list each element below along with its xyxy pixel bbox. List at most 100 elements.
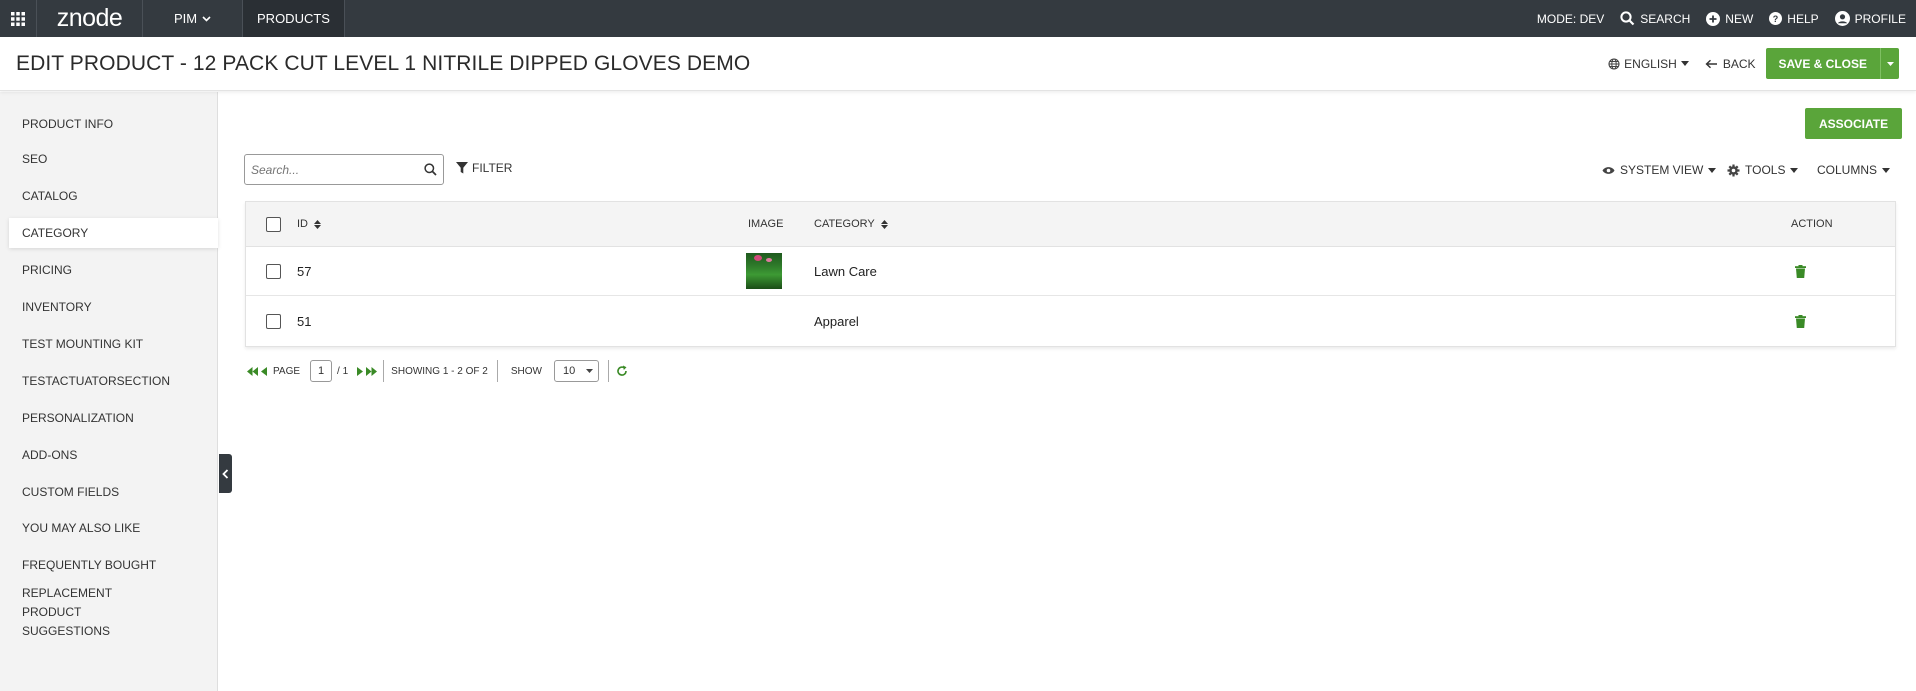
back-button[interactable]: BACK [1705,57,1756,71]
associate-button[interactable]: ASSOCIATE [1805,108,1903,139]
apps-grid-icon[interactable] [0,0,37,37]
top-navbar: znode PIM PRODUCTS MODE: DEV SEARCH NEW … [0,0,1916,37]
question-circle-icon: ? [1769,12,1783,25]
sidebar-item-personalization[interactable]: PERSONALIZATION [0,403,218,433]
next-page-icon[interactable] [357,366,364,376]
row-id: 57 [297,263,312,279]
pager-divider [607,360,609,382]
page-number-input[interactable]: 1 [310,360,333,382]
plus-circle-icon [1706,11,1721,26]
tools-label: TOOLS [1745,163,1786,177]
sidebar-item-product-info[interactable]: PRODUCT INFO [0,109,218,139]
search-icon [1620,11,1635,26]
category-thumbnail-image [746,253,782,289]
sidebar-item-add-ons[interactable]: ADD-ONS [0,440,218,470]
sidebar-item-testactuatorsection[interactable]: TESTACTUATORSECTION [0,366,218,396]
filter-button[interactable]: FILTER [456,161,512,175]
show-label: SHOW [510,365,542,377]
page-total: / 1 [337,365,349,377]
filter-label: FILTER [472,161,513,175]
sidebar-item-custom-fields[interactable]: CUSTOM FIELDS [0,477,218,507]
user-circle-icon [1834,11,1850,26]
category-column-header[interactable]: CATEGORY [814,202,888,246]
sidebar-item-category[interactable]: CATEGORY [9,218,218,248]
caret-down-icon [1886,61,1894,66]
page-size-value: 10 [562,365,576,377]
row-category: Lawn Care [814,263,877,279]
sort-icon [880,219,888,229]
search-nav-button[interactable]: SEARCH [1620,11,1690,26]
search-icon[interactable] [417,155,443,184]
showing-count: SHOWING 1 - 2 OF 2 [391,365,488,377]
columns-dropdown[interactable]: COLUMNS [1817,163,1891,177]
eye-icon [1602,166,1615,174]
save-options-dropdown[interactable] [1880,48,1899,79]
sidebar-item-seo[interactable]: SEO [0,144,218,174]
back-label: BACK [1722,56,1756,71]
id-column-header[interactable]: ID [297,202,321,246]
help-button[interactable]: ? HELP [1769,12,1819,26]
pager-divider [383,360,385,382]
row-category: Apparel [814,313,859,329]
sidebar-item-frequently-bought[interactable]: FREQUENTLY BOUGHT [0,550,218,580]
table-row: 51 Apparel [246,296,1895,346]
znode-logo[interactable]: znode [37,0,143,37]
tools-dropdown[interactable]: TOOLS [1727,163,1799,177]
category-grid: ID IMAGE CATEGORY ACTION 57 Lawn Care 51… [245,201,1896,347]
system-view-dropdown[interactable]: SYSTEM VIEW [1602,163,1717,177]
profile-button[interactable]: PROFILE [1834,11,1906,26]
select-all-checkbox[interactable] [266,216,281,232]
previous-page-icon[interactable] [261,366,267,376]
page-label: PAGE [273,365,301,377]
profile-label: PROFILE [1854,11,1906,26]
last-page-icon[interactable] [366,366,378,376]
mode-label: MODE: DEV [1536,11,1605,26]
pagination-bar: PAGE 1 / 1 SHOWING 1 - 2 OF 2 SHOW 10 [247,359,628,383]
svg-text:?: ? [1773,14,1779,24]
language-label: ENGLISH [1624,56,1677,71]
system-view-label: SYSTEM VIEW [1620,163,1704,177]
sidebar-collapse-toggle[interactable] [219,454,232,493]
category-header-label: CATEGORY [814,218,875,230]
search-nav-label: SEARCH [1640,11,1691,26]
delete-icon[interactable] [1795,247,1806,295]
save-close-button[interactable]: SAVE & CLOSE [1765,48,1880,79]
table-header-row: ID IMAGE CATEGORY ACTION [246,202,1895,247]
caret-down-icon [1882,167,1891,173]
page-title: EDIT PRODUCT - 12 PACK CUT LEVEL 1 NITRI… [16,51,751,75]
mode-indicator: MODE: DEV [1537,12,1604,26]
products-menu[interactable]: PRODUCTS [243,0,345,37]
gear-icon [1727,164,1740,176]
language-selector[interactable]: ENGLISH [1608,57,1689,71]
caret-down-icon [1680,61,1689,66]
new-button[interactable]: NEW [1706,11,1754,26]
row-checkbox[interactable] [266,313,281,329]
delete-icon[interactable] [1795,296,1806,346]
grid-search [244,154,444,185]
new-label: NEW [1725,11,1754,26]
first-page-icon[interactable] [247,366,258,376]
columns-label: COLUMNS [1817,163,1878,177]
sidebar-item-catalog[interactable]: CATALOG [0,181,218,211]
row-id: 51 [297,313,312,329]
refresh-icon[interactable] [616,365,628,377]
product-sections-sidebar: PRODUCT INFO SEO CATALOG CATEGORY PRICIN… [0,92,218,691]
sidebar-item-you-may-also-like[interactable]: YOU MAY ALSO LIKE [0,513,218,543]
search-input[interactable] [245,155,417,184]
globe-icon [1608,57,1620,70]
image-column-header: IMAGE [748,218,784,230]
sidebar-item-inventory[interactable]: INVENTORY [0,292,218,322]
sidebar-item-test-mounting-kit[interactable]: TEST MOUNTING KIT [0,329,218,359]
caret-down-icon [1708,167,1717,173]
arrow-left-icon [1705,59,1717,68]
row-checkbox[interactable] [266,263,281,279]
sidebar-item-replacement-product-suggestions[interactable]: REPLACEMENT PRODUCT SUGGESTIONS [0,586,160,638]
page-size-select[interactable]: 10 [553,360,599,382]
caret-down-icon [1790,167,1799,173]
pim-menu-label: PIM [173,11,198,26]
caret-down-icon [585,369,593,373]
sidebar-item-pricing[interactable]: PRICING [0,255,218,285]
page-header: EDIT PRODUCT - 12 PACK CUT LEVEL 1 NITRI… [0,37,1916,91]
action-column-header: ACTION [1791,218,1833,230]
pim-menu[interactable]: PIM [143,0,243,37]
